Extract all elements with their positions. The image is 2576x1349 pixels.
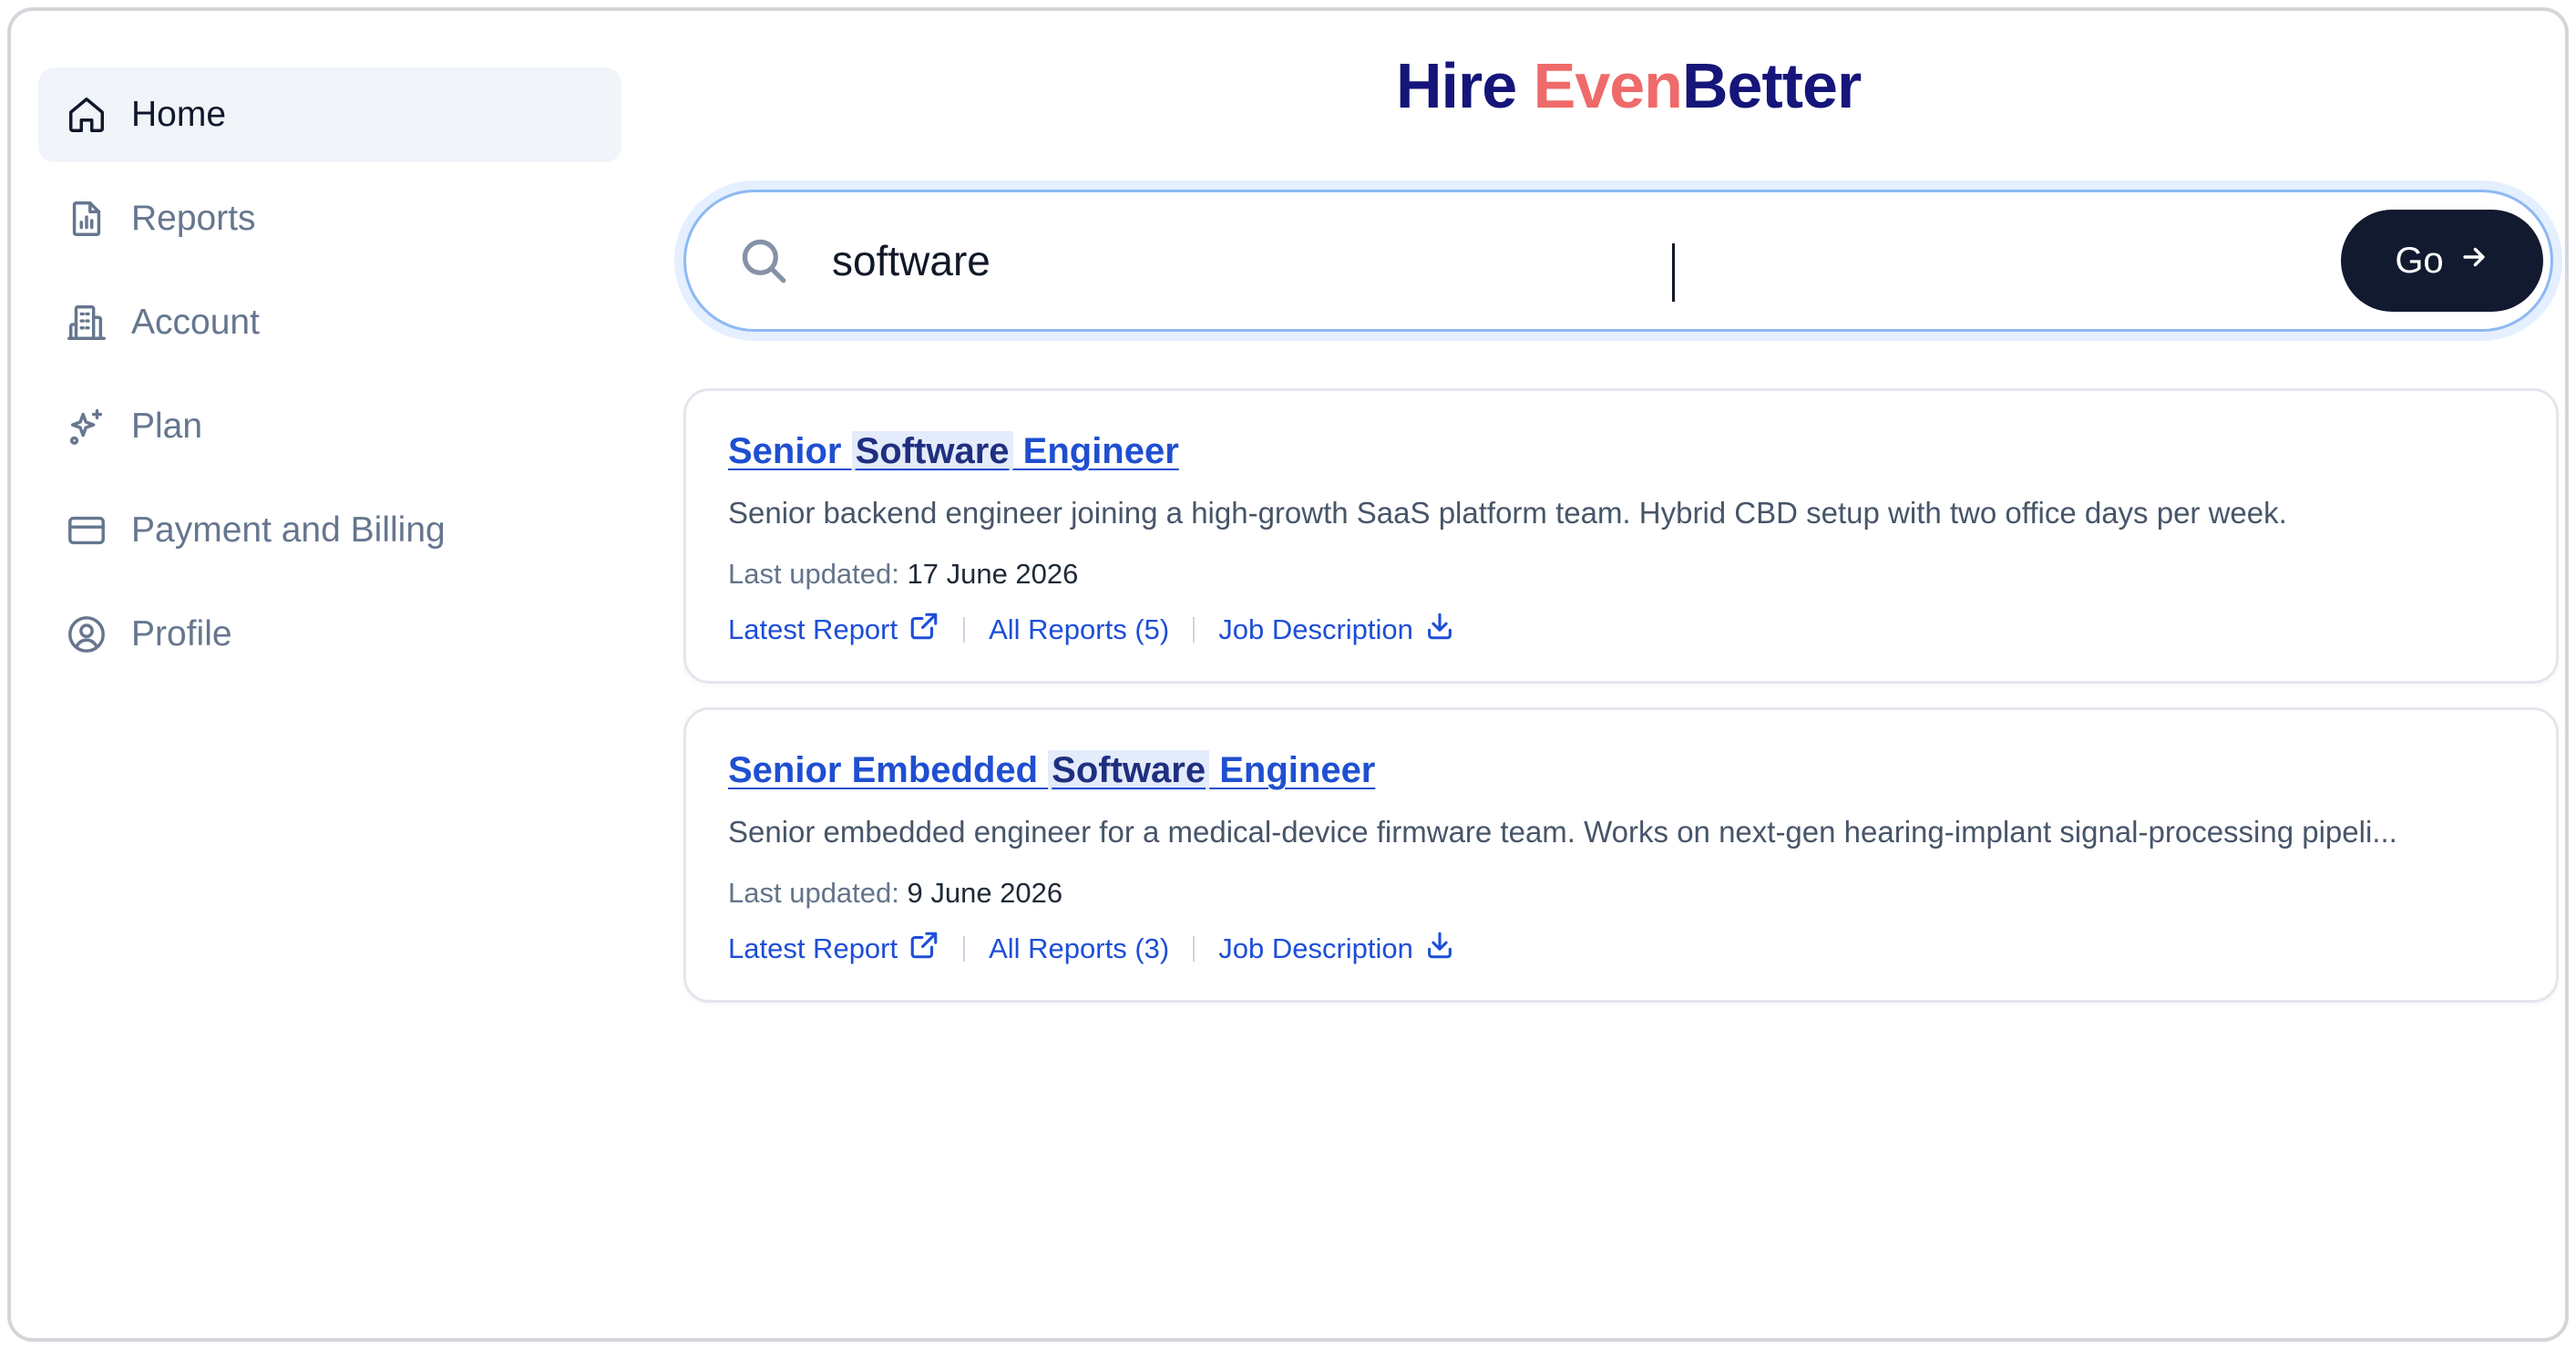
result-links: Latest Report All Reports (5) Job Descri… xyxy=(728,611,2514,649)
result-updated: Last updated: 9 June 2026 xyxy=(728,877,2514,910)
app-window: Home Reports Account Plan Payment and Bi… xyxy=(7,7,2569,1342)
updated-date: 17 June 2026 xyxy=(907,558,1079,590)
sidebar-item-label: Home xyxy=(131,95,227,134)
latest-report-link[interactable]: Latest Report xyxy=(728,611,939,649)
result-description: Senior backend engineer joining a high-g… xyxy=(728,496,2287,530)
download-icon xyxy=(1424,611,1455,649)
result-links: Latest Report All Reports (3) Job Descri… xyxy=(728,930,2514,968)
updated-date: 9 June 2026 xyxy=(907,877,1063,909)
credit-card-icon xyxy=(66,510,108,551)
text-caret xyxy=(1672,243,1675,302)
divider xyxy=(1193,936,1196,962)
brand-part-hire: Hire xyxy=(1396,50,1534,121)
brand-part-even: Even xyxy=(1533,50,1683,121)
latest-report-link[interactable]: Latest Report xyxy=(728,930,939,968)
sidebar-item-home[interactable]: Home xyxy=(38,67,621,162)
home-icon xyxy=(66,94,108,136)
link-label: Latest Report xyxy=(728,613,898,645)
sidebar-item-profile[interactable]: Profile xyxy=(38,587,621,682)
search-highlight: Software xyxy=(1048,750,1210,790)
all-reports-link[interactable]: All Reports (5) xyxy=(989,613,1169,646)
sidebar-item-label: Plan xyxy=(131,407,203,446)
sidebar-item-label: Reports xyxy=(131,199,256,238)
building-icon xyxy=(66,302,108,344)
go-button[interactable]: Go xyxy=(2341,210,2543,312)
sidebar-item-account[interactable]: Account xyxy=(38,275,621,370)
divider xyxy=(963,617,966,643)
search-icon xyxy=(737,234,790,287)
job-description-link[interactable]: Job Description xyxy=(1218,611,1455,649)
search-results: Senior Software Engineer Senior backend … xyxy=(683,388,2559,1026)
updated-label: Last updated: xyxy=(728,877,908,909)
search-bar: Go xyxy=(674,180,2562,341)
external-link-icon xyxy=(908,930,939,968)
link-label: All Reports (3) xyxy=(989,932,1170,964)
result-title-link[interactable]: Senior Software Engineer xyxy=(728,431,1179,472)
download-icon xyxy=(1424,930,1455,968)
updated-label: Last updated: xyxy=(728,558,908,590)
sidebar-item-label: Profile xyxy=(131,614,232,654)
report-file-icon xyxy=(66,198,108,240)
arrow-right-icon xyxy=(2458,241,2489,282)
divider xyxy=(1193,617,1196,643)
result-card: Senior Embedded Software Engineer Senior… xyxy=(683,707,2559,1003)
title-text: Engineer xyxy=(1012,431,1179,471)
sidebar-item-label: Payment and Billing xyxy=(131,510,446,550)
link-label: All Reports (5) xyxy=(989,613,1170,645)
sidebar-item-label: Account xyxy=(131,303,260,342)
sidebar-item-payment-billing[interactable]: Payment and Billing xyxy=(38,483,621,578)
result-description: Senior embedded engineer for a medical-d… xyxy=(728,815,2397,849)
result-title-link[interactable]: Senior Embedded Software Engineer xyxy=(728,750,1375,791)
sidebar: Home Reports Account Plan Payment and Bi… xyxy=(38,67,621,691)
link-label: Latest Report xyxy=(728,932,898,964)
sidebar-item-reports[interactable]: Reports xyxy=(38,171,621,266)
search-highlight: Software xyxy=(851,431,1013,471)
job-description-link[interactable]: Job Description xyxy=(1218,930,1455,968)
search-input[interactable] xyxy=(832,224,2235,297)
search-box[interactable]: Go xyxy=(683,190,2553,332)
sidebar-item-plan[interactable]: Plan xyxy=(38,379,621,474)
title-text: Senior xyxy=(728,431,852,471)
title-text: Engineer xyxy=(1209,750,1376,790)
divider xyxy=(963,936,966,962)
link-label: Job Description xyxy=(1218,932,1413,964)
brand-part-better: Better xyxy=(1681,50,1862,121)
brand-logo: Hire EvenBetter xyxy=(1396,49,1862,122)
external-link-icon xyxy=(908,611,939,649)
user-circle-icon xyxy=(66,613,108,655)
result-card: Senior Software Engineer Senior backend … xyxy=(683,388,2559,684)
go-button-label: Go xyxy=(2395,240,2444,281)
link-label: Job Description xyxy=(1218,613,1413,645)
title-text: Senior Embedded xyxy=(728,750,1049,790)
sparkles-icon xyxy=(66,406,108,448)
result-updated: Last updated: 17 June 2026 xyxy=(728,558,2514,591)
all-reports-link[interactable]: All Reports (3) xyxy=(989,932,1169,965)
